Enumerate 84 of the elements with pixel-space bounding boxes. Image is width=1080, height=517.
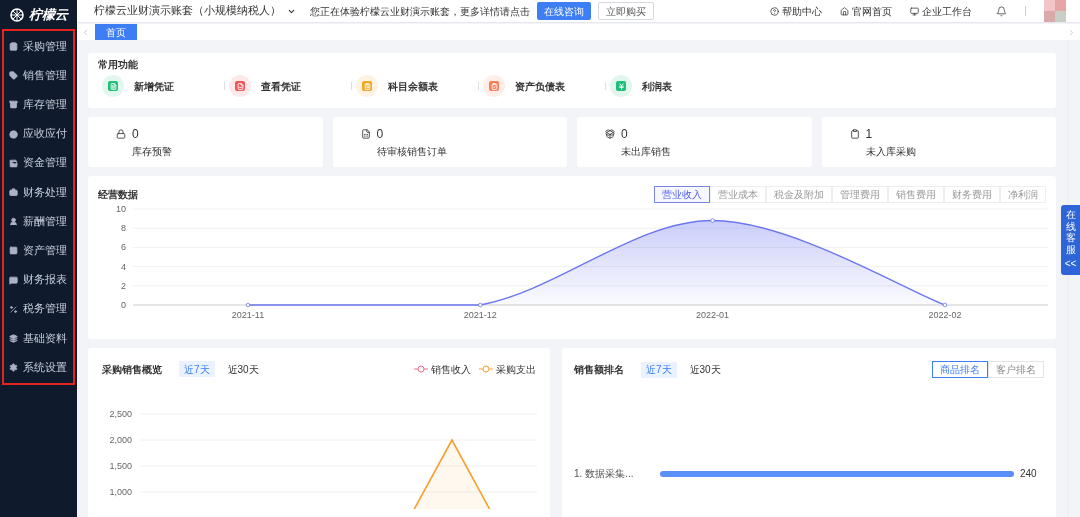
notice-text: 您正在体验柠檬云业财演示账套，更多详情请点击 [310,4,530,19]
sidebar-item[interactable]: 资金管理 [4,148,73,178]
tag-icon [9,71,18,81]
axis-label: 2021-11 [231,310,265,320]
axis-label: 10 [116,204,126,214]
account-selector[interactable]: 柠檬云业财演示账套（小规模纳税人） [94,3,296,19]
ranking-label: 1. 数据采集... [574,467,635,481]
axis-label: 2 [121,280,126,291]
sidebar-item[interactable]: 库存管理 [4,90,73,120]
stat-label: 库存预警 [132,145,173,159]
notification-icon[interactable] [996,5,1007,17]
card-title: 经营数据 [98,188,138,202]
logo-text: 柠檬云 [29,5,68,24]
stat-value: 0 [132,126,139,143]
stat-label: 未出库销售 [621,145,672,159]
axis-label: 2021-12 [463,310,497,320]
sidebar-item[interactable]: 薪酬管理 [4,207,73,237]
sidebar-item[interactable]: 财务处理 [4,177,73,208]
online-service-tab[interactable]: 在线客服 << [1061,205,1080,275]
stat-value: 0 [376,126,384,143]
quick-function[interactable]: 科目余额表 [356,75,474,97]
quick-function[interactable]: 新增凭证 [102,75,220,97]
ranking-value: 240 [1020,467,1038,481]
settings-icon [9,363,18,373]
ranking-tab[interactable]: 客户排名 [988,361,1044,378]
wallet-icon [9,158,18,168]
axis-label: 2,500 [109,409,132,419]
sidebar-item[interactable]: 销售管理 [4,61,73,91]
quick-function[interactable]: 利润表 [610,75,728,97]
home-icon [840,6,849,16]
header-link[interactable]: 企业工作台 [910,3,972,19]
scroll-left-icon[interactable] [81,27,90,37]
header-button[interactable]: 在线咨询 [537,2,591,20]
legend-item[interactable]: 采购支出 [479,361,536,377]
coin-icon [9,129,18,139]
sidebar-item[interactable]: 税务管理 [4,294,73,324]
document-icon [360,129,371,139]
stat-label: 待审核销售订单 [376,145,448,159]
scroll-right-icon[interactable] [1067,27,1076,37]
legend-item[interactable]: 销售收入 [414,361,471,377]
sidebar-item[interactable]: 基础资料 [4,323,73,354]
page-tab[interactable]: 首页 [95,24,137,40]
header-link[interactable]: 帮助中心 [770,3,822,19]
avatar[interactable] [1044,0,1066,22]
header-button[interactable]: 立即购买 [598,2,654,20]
axis-label: 1,500 [109,461,132,471]
ranking-tab[interactable]: 商品排名 [932,361,988,378]
sidebar-item[interactable]: 系统设置 [4,353,73,383]
header-link[interactable]: 官网首页 [840,3,892,19]
stat-value: 1 [865,126,873,143]
axis-label: 2,000 [109,435,132,445]
package-icon [605,129,615,139]
person-icon [9,217,18,227]
period-tab[interactable]: 近30天 [684,361,726,378]
axis-label: 2022-02 [928,310,962,320]
period-tab[interactable]: 近30天 [222,361,264,377]
period-tab[interactable]: 近7天 [179,361,215,377]
axis-label: 2022-01 [696,310,730,320]
sidebar-item[interactable]: 应收应付 [4,119,73,149]
sidebar-item[interactable]: 资产管理 [4,236,73,266]
help-icon [770,6,779,16]
quick-function[interactable]: 资产负债表 [483,75,601,97]
logo-icon [9,6,25,23]
card-title: 采购销售概览 [102,362,162,377]
axis-label: 4 [121,261,126,272]
monitor-icon [910,6,919,16]
axis-label: 6 [121,242,126,253]
metric-tab[interactable]: 营业收入 [654,186,710,203]
layers-icon [9,333,18,343]
axis-label: 1,000 [109,487,132,497]
sidebar-item[interactable]: 采购管理 [4,32,73,62]
quick-function[interactable]: 查看凭证 [229,75,347,97]
card-title: 常用功能 [98,58,139,72]
axis-label: 0 [121,300,126,310]
period-tab[interactable]: 近7天 [641,361,677,378]
stat-value: 0 [621,126,628,143]
card-title: 销售额排名 [574,363,624,377]
clipboard-icon [849,129,860,139]
stat-label: 未入库采购 [865,145,917,159]
chat-icon [9,275,18,285]
axis-label: 8 [121,223,126,234]
lock-icon [116,129,126,139]
percent-icon [9,304,18,314]
sidebar-item[interactable]: 财务报表 [4,265,73,295]
